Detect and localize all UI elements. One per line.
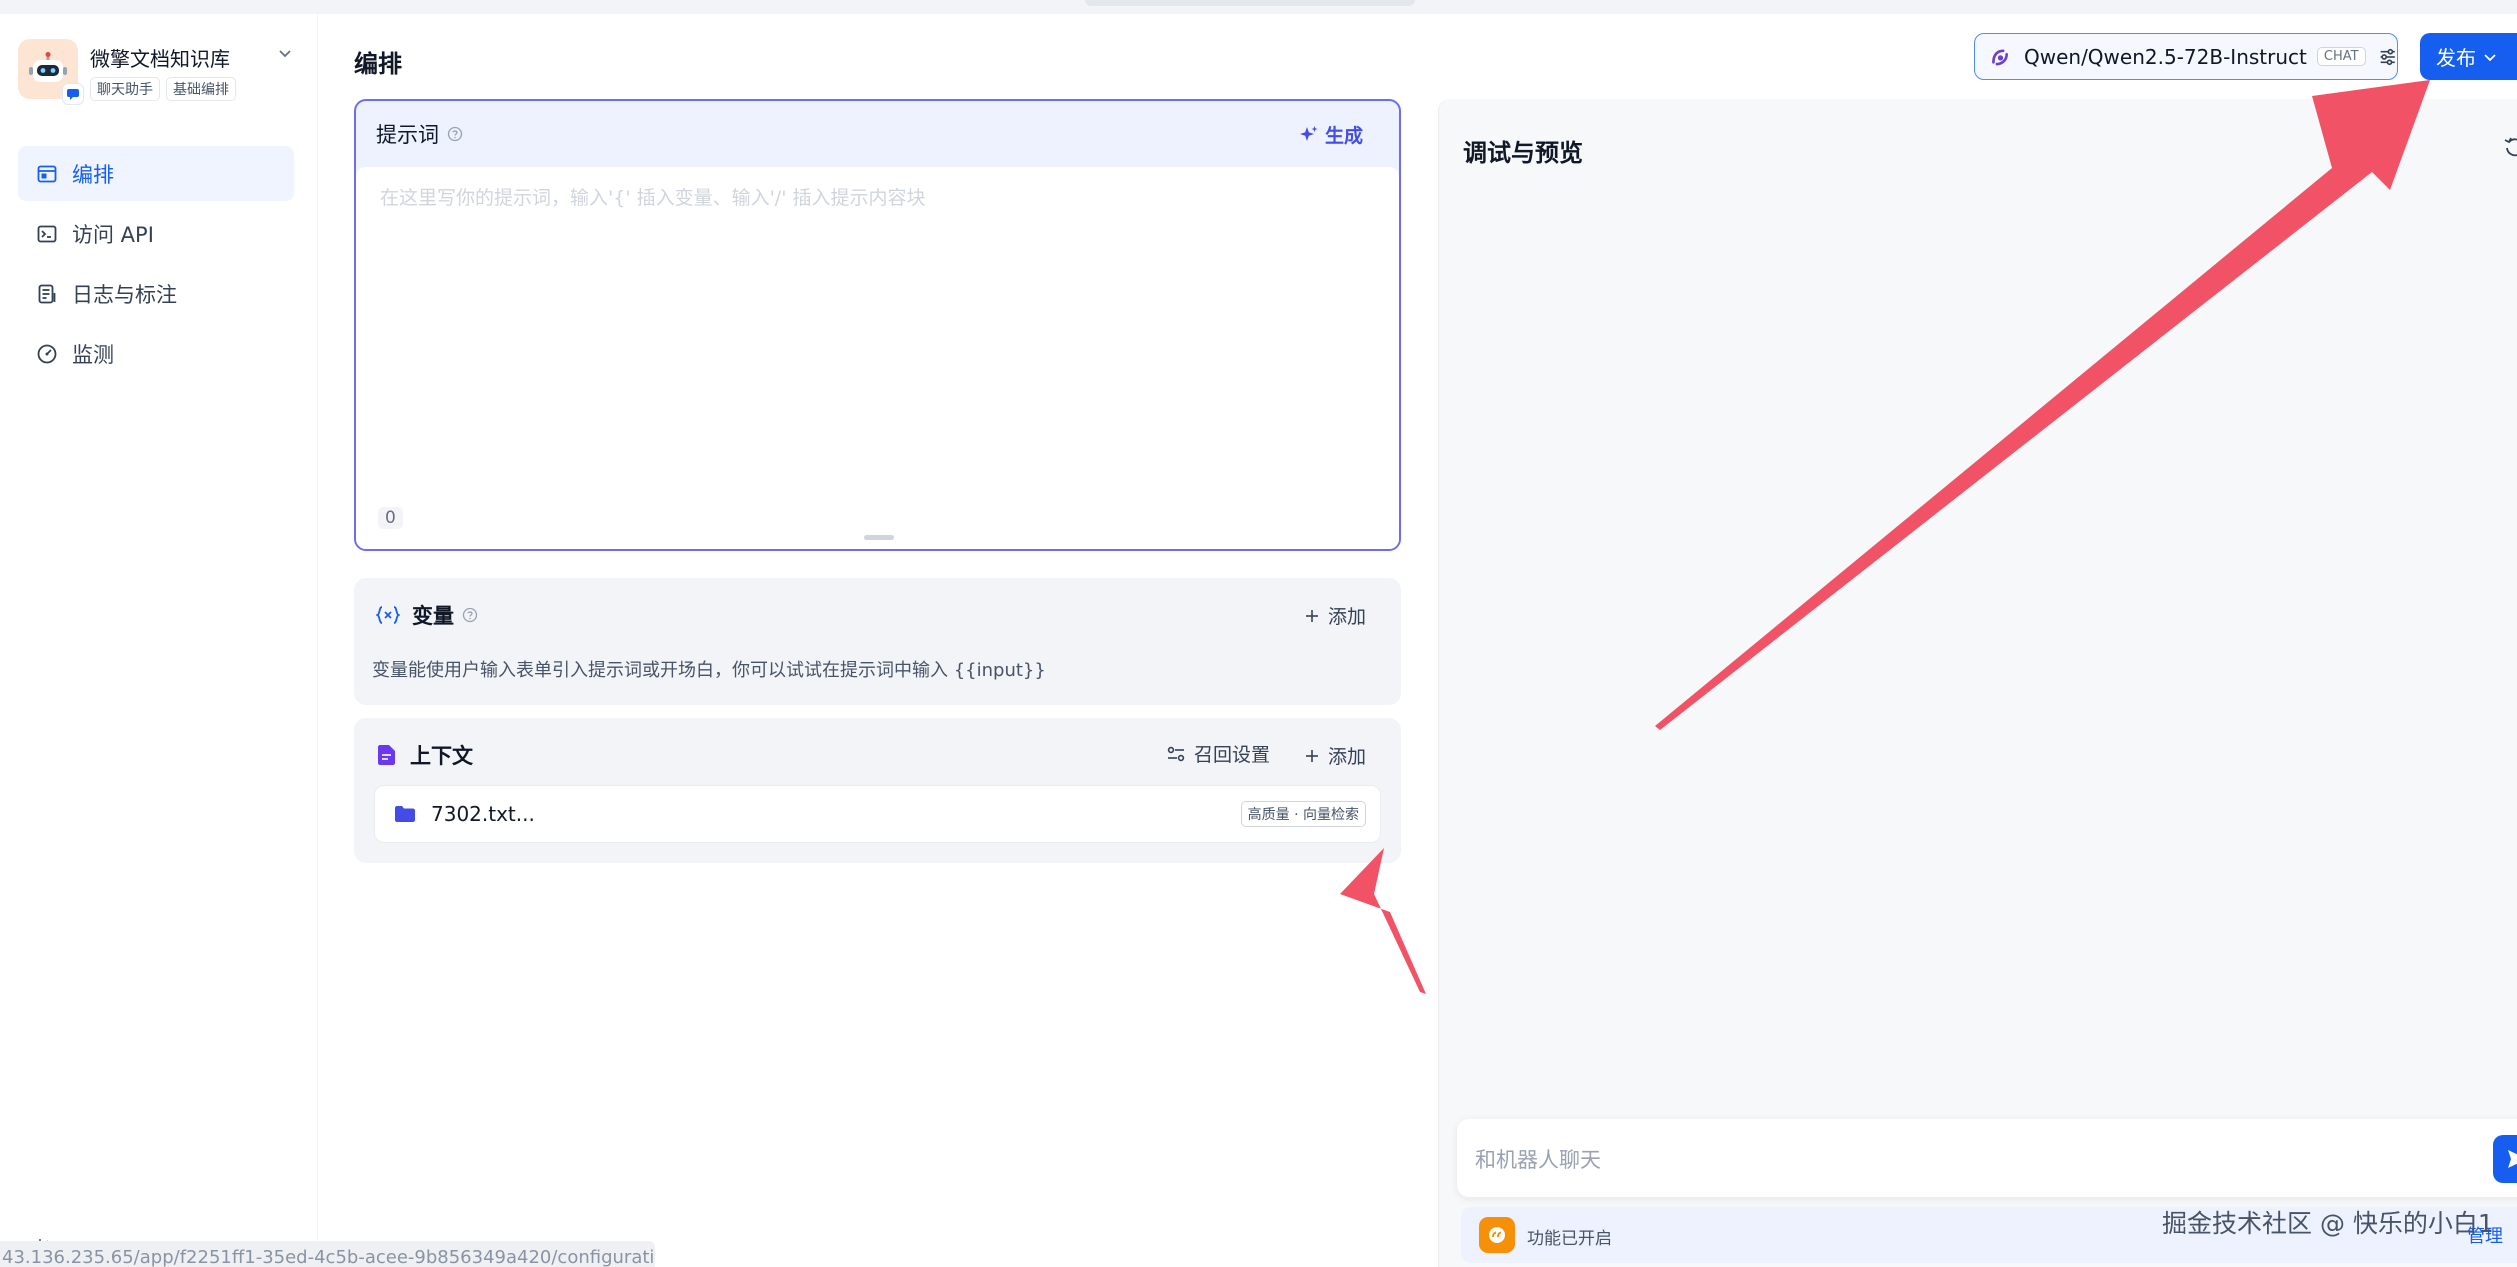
settings-toggle-icon	[1167, 746, 1185, 761]
send-icon	[2508, 1150, 2517, 1168]
recall-settings-button[interactable]: 召回设置	[1166, 740, 1270, 767]
dataset-item[interactable]: 7302.txt... 高质量 · 向量检索	[374, 785, 1381, 843]
plus-icon	[1306, 749, 1318, 762]
sidebar: 微擎文档知识库 聊天助手 基础编排 编排 访问 API 日志与标注 监测	[0, 14, 318, 1267]
feature-status: 功能已开启	[1527, 1229, 1612, 1249]
send-button[interactable]	[2493, 1135, 2517, 1183]
chat-bubble-icon	[67, 89, 79, 100]
sidebar-item-monitor[interactable]: 监测	[18, 326, 294, 381]
add-context-button[interactable]: 添加	[1304, 742, 1366, 769]
context-header: 上下文	[376, 740, 473, 770]
page-title: 编排	[354, 50, 402, 78]
refresh-icon[interactable]	[2503, 135, 2517, 159]
watermark: 掘金技术社区 @ 快乐的小白1	[2162, 1209, 2494, 1238]
plus-icon	[1306, 609, 1318, 622]
char-count: 0	[378, 507, 403, 529]
app-header[interactable]: 微擎文档知识库 聊天助手 基础编排	[18, 39, 298, 105]
dataset-tag: 高质量 · 向量检索	[1240, 801, 1366, 827]
resize-handle[interactable]	[864, 535, 894, 540]
status-url: 43.136.235.65/app/f2251ff1-35ed-4c5b-ace…	[0, 1241, 655, 1267]
chat-app-badge	[62, 83, 84, 105]
sidebar-item-label: 编排	[72, 162, 114, 187]
prompt-placeholder: 在这里写你的提示词，输入'{' 插入变量、输入'/' 插入提示内容块	[380, 187, 926, 209]
generate-button[interactable]: 生成	[1299, 121, 1363, 148]
document-list-icon	[38, 284, 56, 303]
add-label: 添加	[1328, 746, 1367, 768]
sidebar-item-label: 日志与标注	[72, 282, 177, 307]
publish-label: 发布	[2436, 46, 2476, 70]
variables-title: 变量	[412, 604, 454, 628]
app-avatar	[18, 39, 84, 105]
publish-button[interactable]: 发布	[2420, 33, 2517, 80]
dataset-name: 7302.txt...	[431, 802, 535, 826]
gauge-icon	[37, 344, 57, 363]
app-mode-tag: 基础编排	[166, 77, 236, 101]
generate-label: 生成	[1324, 125, 1363, 147]
recall-label: 召回设置	[1194, 744, 1271, 766]
help-icon[interactable]	[462, 607, 478, 623]
prompt-title: 提示词	[376, 123, 439, 147]
sidebar-nav: 编排 访问 API 日志与标注 监测	[18, 146, 294, 386]
app-window: 微擎文档知识库 聊天助手 基础编排 编排 访问 API 日志与标注 监测 编排 …	[0, 14, 2517, 1267]
context-card: 上下文 召回设置 添加 7302.txt... 高质量 · 向量检索	[354, 718, 1401, 863]
sidebar-item-orchestrate[interactable]: 编排	[18, 146, 294, 201]
add-label: 添加	[1328, 606, 1367, 628]
chevron-down-icon	[2484, 53, 2496, 61]
terminal-icon	[37, 225, 57, 242]
debug-title: 调试与预览	[1463, 139, 1583, 167]
app-name: 微擎文档知识库	[90, 47, 230, 71]
chat-input[interactable]: 和机器人聊天	[1457, 1119, 2517, 1197]
folder-icon	[395, 806, 415, 822]
sidebar-item-api[interactable]: 访问 API	[18, 206, 294, 261]
model-name: Qwen/Qwen2.5-72B-Instruct	[2023, 44, 2307, 69]
layout-icon	[37, 165, 57, 182]
model-selector[interactable]: Qwen/Qwen2.5-72B-Instruct CHAT	[1974, 33, 2398, 80]
prompt-card: 提示词 生成 在这里写你的提示词，输入'{' 插入变量、输入'/' 插入提示内容…	[354, 99, 1401, 551]
quote-icon	[1479, 1217, 1515, 1253]
app-tags: 聊天助手 基础编排	[90, 77, 236, 101]
variables-card: 变量 添加 变量能使用户输入表单引入提示词或开场白，你可以试试在提示词中输入 {…	[354, 578, 1401, 705]
prompt-header: 提示词 生成	[356, 101, 1399, 167]
variables-header: 变量	[376, 600, 478, 630]
top-handle	[1085, 0, 1415, 6]
context-title: 上下文	[410, 744, 473, 768]
variables-description: 变量能使用户输入表单引入提示词或开场白，你可以试试在提示词中输入 {{input…	[372, 660, 1046, 681]
sidebar-item-label: 监测	[72, 342, 114, 367]
model-provider-icon	[1992, 48, 2009, 65]
help-icon[interactable]	[447, 126, 463, 142]
app-type-tag: 聊天助手	[90, 77, 160, 101]
file-icon	[378, 745, 395, 765]
sparkle-icon	[1299, 125, 1318, 141]
sliders-icon[interactable]	[2378, 46, 2397, 68]
top-strip	[0, 0, 2517, 14]
variable-icon	[376, 606, 400, 624]
prompt-editor[interactable]: 在这里写你的提示词，输入'{' 插入变量、输入'/' 插入提示内容块 0	[356, 167, 1399, 549]
chevron-down-icon[interactable]	[276, 45, 294, 63]
debug-preview-panel: 调试与预览 和机器人聊天 功能已开启 管理	[1438, 99, 2517, 1267]
sidebar-item-label: 访问 API	[72, 222, 154, 247]
robot-icon	[29, 52, 67, 82]
model-mode-tag: CHAT	[2316, 47, 2366, 66]
sidebar-item-logs[interactable]: 日志与标注	[18, 266, 294, 321]
add-variable-button[interactable]: 添加	[1304, 602, 1366, 629]
chat-placeholder: 和机器人聊天	[1475, 1148, 1601, 1172]
